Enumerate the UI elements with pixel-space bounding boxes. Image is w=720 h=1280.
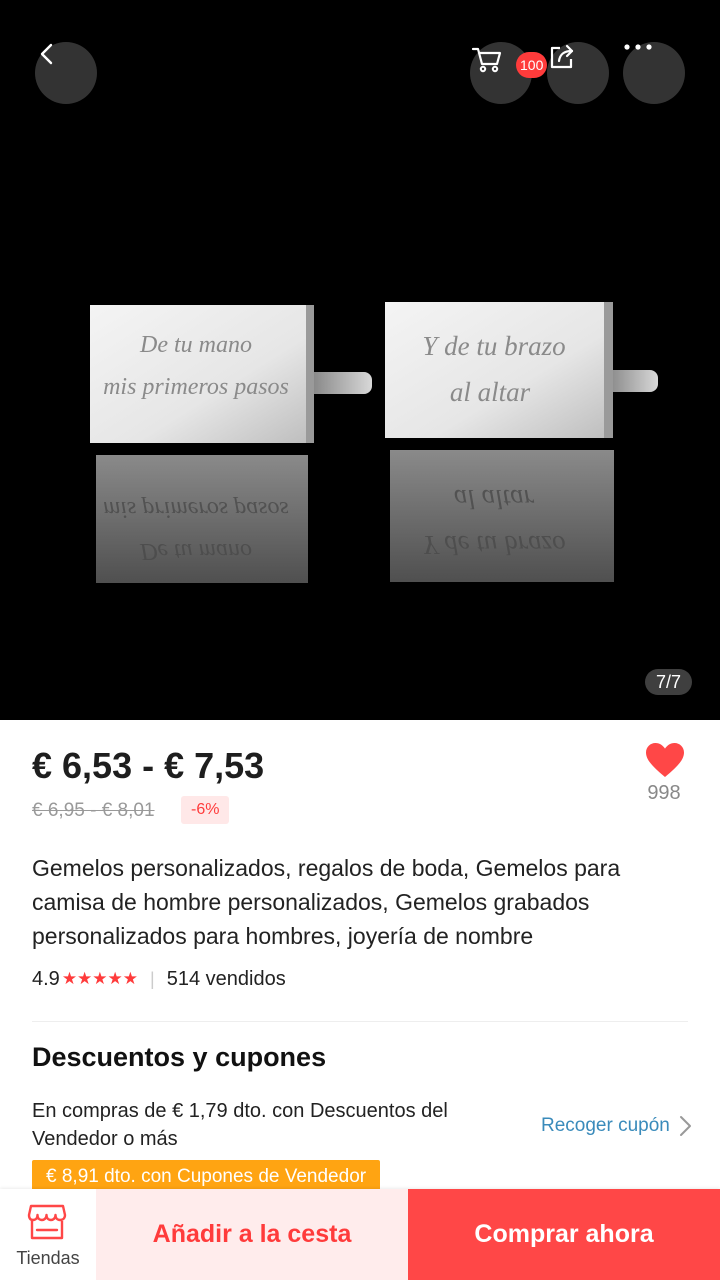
wishlist-button[interactable]	[640, 742, 690, 783]
divider	[32, 1021, 688, 1022]
reflection-left-line2: mis primeros pasos	[103, 496, 289, 522]
share-icon	[550, 44, 574, 69]
stores-label: Tiendas	[16, 1248, 80, 1268]
star-rating-icon: ★★★★★	[61, 969, 139, 988]
product-photo: De tu mano mis primeros pasos Y de tu br…	[90, 302, 658, 583]
product-title: Gemelos personalizados, regalos de boda,…	[32, 855, 621, 949]
engraving-right-line2: al altar	[450, 377, 531, 407]
buy-now-button[interactable]: Comprar ahora	[408, 1189, 720, 1280]
reflection-left-line1: De tu mano	[139, 538, 252, 564]
collect-coupon-link[interactable]: Recoger cupón	[541, 1114, 694, 1138]
original-price: € 6,95 - € 8,01	[32, 800, 155, 821]
rating-row[interactable]: 4.9 ★★★★★ | 514 vendidos	[32, 966, 286, 992]
more-options-button[interactable]	[623, 42, 685, 104]
store-icon	[27, 1204, 67, 1240]
heart-icon	[646, 743, 684, 777]
engraving-right-line1: Y de tu brazo	[422, 331, 565, 361]
reflection-right-line2: al altar	[454, 484, 535, 514]
add-to-cart-button[interactable]: Añadir a la cesta	[96, 1189, 408, 1280]
reflection-right-line1: Y de tu brazo	[422, 530, 565, 560]
collect-coupon-label: Recoger cupón	[541, 1115, 670, 1136]
engraving-left-line1: De tu mano	[139, 332, 252, 358]
more-icon	[624, 44, 652, 50]
rating-score: 4.9	[32, 967, 60, 990]
sold-count: 514 vendidos	[166, 967, 286, 990]
bottom-action-bar: Tiendas Añadir a la cesta Comprar ahora	[0, 1189, 720, 1280]
seller-coupon-tag[interactable]: € 8,91 dto. con Cupones de Vendedor	[32, 1160, 381, 1192]
share-button[interactable]	[547, 42, 609, 104]
seller-discount-text: En compras de € 1,79 dto. con Descuentos…	[32, 1100, 448, 1150]
separator: |	[150, 968, 155, 989]
chevron-right-icon	[679, 1116, 691, 1136]
wishlist-count: 998	[647, 782, 681, 804]
cart-count-badge: 100	[516, 52, 548, 78]
discounts-section-title: Descuentos y cupones	[32, 1042, 327, 1072]
back-button[interactable]	[35, 42, 97, 104]
engraving-left-line2: mis primeros pasos	[103, 374, 289, 400]
product-image-gallery[interactable]: De tu mano mis primeros pasos Y de tu br…	[0, 0, 720, 720]
chevron-left-icon	[40, 43, 53, 65]
current-price: € 6,53 - € 7,53	[32, 745, 265, 786]
cart-icon	[471, 47, 502, 73]
stores-button[interactable]: Tiendas	[0, 1189, 96, 1280]
discount-badge: -6%	[181, 796, 230, 824]
image-counter: 7/7	[645, 669, 692, 695]
